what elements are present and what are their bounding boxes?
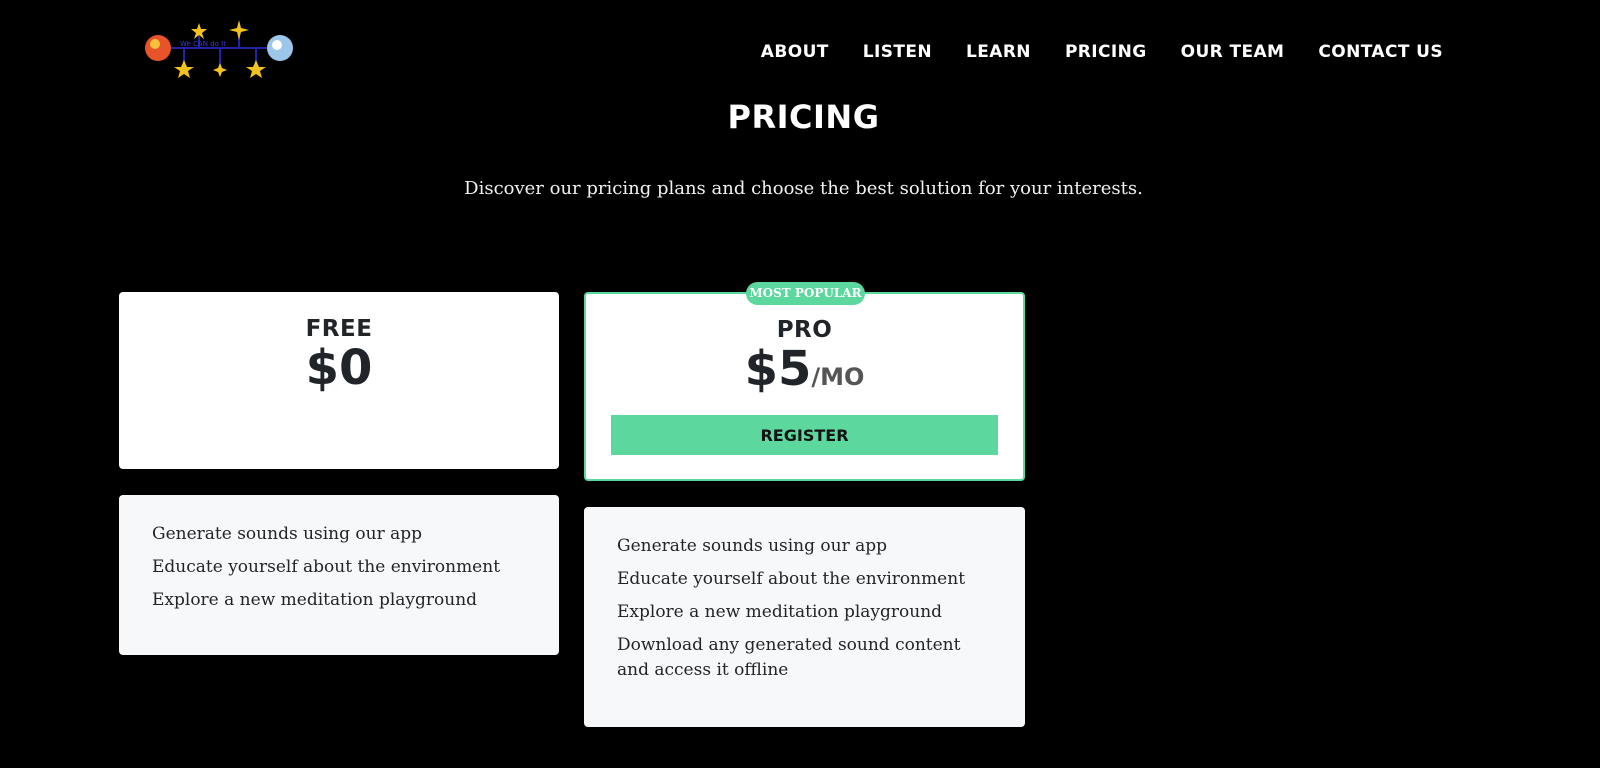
feature-item: Educate yourself about the environment [152,557,501,577]
plan-price: $0 [305,340,373,396]
plan-name: PRO [776,317,833,343]
feature-item: Download any generated sound content and… [617,635,961,680]
feature-list-pro: Generate sounds using our app Educate yo… [584,507,1025,727]
main-nav: ABOUT LISTEN LEARN PRICING OUR TEAM CONT… [761,42,1443,62]
plan-card-pro: MOST POPULAR PRO $5/MO REGISTER [584,282,1025,481]
plan-card-free: FREE $0 [119,292,559,469]
feature-item: Explore a new meditation playground [152,590,478,610]
plan-period: /MO [811,363,865,391]
feature-item: Explore a new meditation playground [617,602,943,622]
page-title: PRICING [727,98,880,136]
logo-text: We CAN do It [180,40,226,48]
nav-about[interactable]: ABOUT [761,42,829,62]
nav-listen[interactable]: LISTEN [863,42,932,62]
feature-item: Generate sounds using our app [617,536,888,556]
page-subtitle: Discover our pricing plans and choose th… [464,178,1143,199]
nav-our-team[interactable]: OUR TEAM [1181,42,1285,62]
plan-name: FREE [305,316,373,342]
register-button[interactable]: REGISTER [611,415,998,455]
nav-contact-us[interactable]: CONTACT US [1318,42,1443,62]
feature-list-free: Generate sounds using our app Educate yo… [119,495,559,655]
plan-price: $5 [744,341,812,397]
feature-item: Generate sounds using our app [152,524,423,544]
site-logo[interactable]: We CAN do It [144,18,304,84]
nav-pricing[interactable]: PRICING [1065,42,1147,62]
feature-item: Educate yourself about the environment [617,569,966,589]
plan-price-row: $5/MO [586,343,1023,395]
nav-learn[interactable]: LEARN [966,42,1031,62]
most-popular-badge: MOST POPULAR [746,282,865,305]
